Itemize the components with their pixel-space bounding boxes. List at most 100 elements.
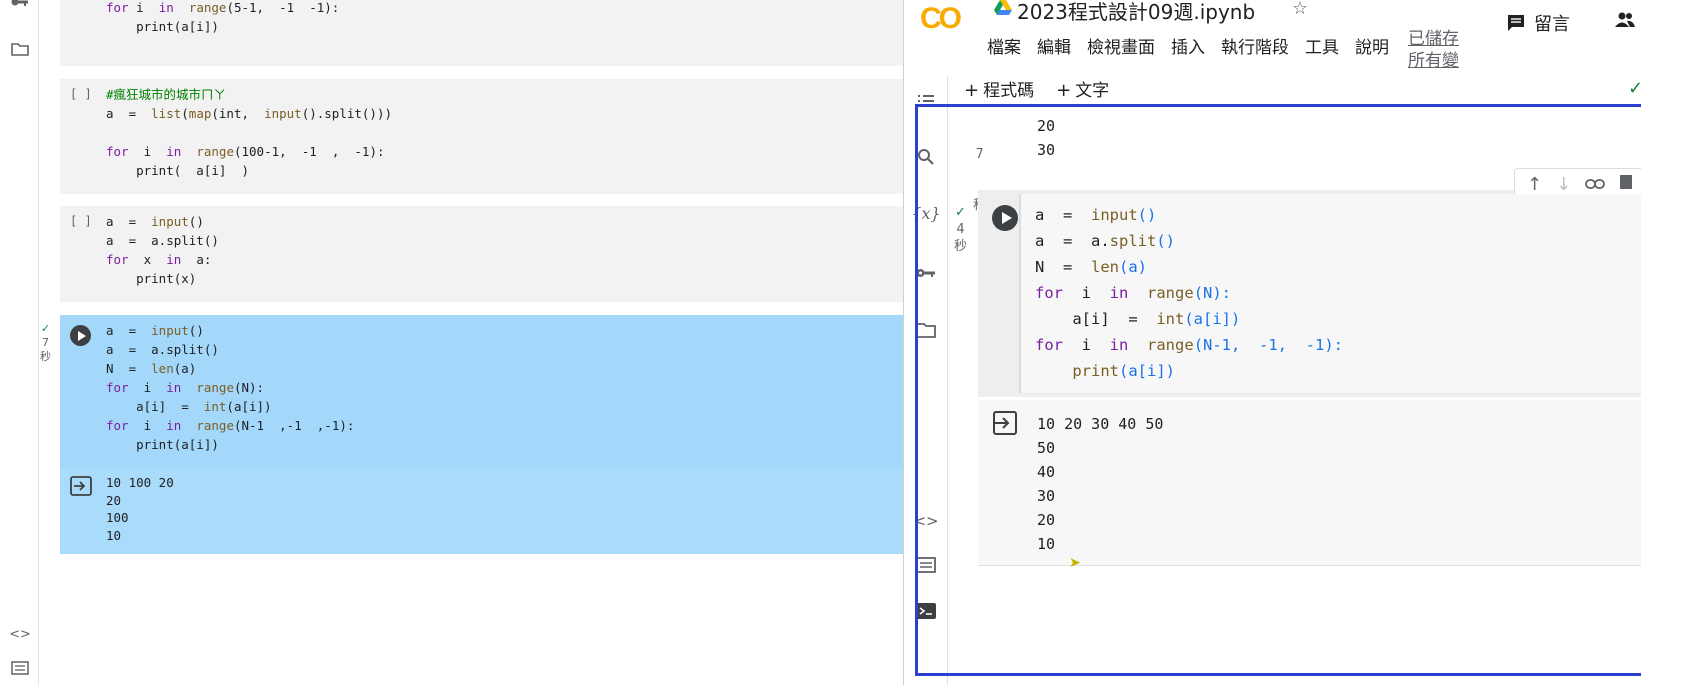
output-line: 20: [106, 492, 122, 508]
save-status[interactable]: 已儲存所有變: [1408, 28, 1468, 68]
menu-bar: 檔案 編輯 檢視畫面 插入 執行階段 工具 說明: [987, 33, 1389, 58]
execution-info: ✓ 4 秒: [954, 204, 967, 255]
exec-check-icon: ✓: [955, 205, 966, 220]
menu-help[interactable]: 說明: [1355, 33, 1389, 58]
cell-output: 10 100 20 20 100 10: [60, 468, 903, 554]
drive-icon[interactable]: [994, 0, 1012, 16]
code-line: print( a[i] ): [106, 163, 249, 178]
connected-check-icon[interactable]: ✓: [1628, 78, 1641, 99]
exec-seconds-unit: 秒: [954, 239, 968, 254]
add-text-button[interactable]: + 文字: [1056, 76, 1109, 101]
code-line: print(x): [106, 271, 197, 286]
code-line: print(a[i]): [1035, 362, 1175, 380]
left-sidebar: <>: [0, 0, 39, 685]
output-line: 10: [1037, 535, 1056, 553]
output-line: 10 100 20: [106, 475, 174, 490]
code-line: for i in range(5-1, -1 -1):: [106, 0, 340, 15]
output-line: 30: [1037, 141, 1056, 159]
output-line: 20: [1037, 511, 1056, 529]
key-icon[interactable]: [10, 0, 30, 10]
exec-check-icon: ✓: [40, 322, 51, 335]
code-snippets-icon[interactable]: <>: [9, 626, 31, 642]
code-line: a = input(): [106, 323, 204, 338]
code-line: for i in range(N-1, -1, -1):: [1035, 336, 1343, 354]
code-line: for i in range(N):: [1035, 284, 1232, 302]
code-cell[interactable]: [ ] #瘋狂城市的城市ㄇㄚ a = list(map(int, input().…: [60, 79, 903, 194]
output-lines: 10 20 30 40 50 50 40 30 20 10: [1037, 412, 1163, 556]
exec-seconds: 7: [42, 336, 49, 349]
output-icon[interactable]: [70, 476, 92, 496]
code-cell-partial[interactable]: for i in range(5-1, -1 -1): print(a[i]): [60, 0, 903, 66]
output-line: 50: [1037, 439, 1056, 457]
code-lines: a = input() a = a.split() for x in a: prin…: [106, 212, 219, 288]
command-palette-icon[interactable]: [10, 660, 30, 676]
run-cell-bracket[interactable]: [ ]: [70, 87, 92, 101]
code-line: for i in range(N):: [106, 380, 265, 395]
code-lines: #瘋狂城市的城市ㄇㄚ a = list(map(int, input().spli…: [106, 85, 392, 180]
move-down-icon[interactable]: ↓: [1556, 174, 1571, 195]
output-line: 20: [1037, 117, 1056, 135]
code-line: a[i] = int(a[i]): [1035, 310, 1241, 328]
code-line: print(a[i]): [106, 19, 219, 34]
link-icon[interactable]: [1585, 174, 1606, 195]
code-lines: a = input() a = a.split() N = len(a) for i …: [106, 321, 354, 454]
output-line: 40: [1037, 463, 1056, 481]
previous-output-lines: 20 30: [1037, 114, 1055, 162]
notebook-title[interactable]: 2023程式設計09週.ipynb: [1017, 0, 1255, 25]
code-lines: a = input() a = a.split() N = len(a) for i …: [1035, 202, 1343, 384]
add-code-button[interactable]: + 程式碼: [964, 76, 1034, 101]
run-cell-button[interactable]: [992, 205, 1018, 231]
comment-cell-icon[interactable]: [1619, 174, 1633, 195]
run-cell-bracket[interactable]: [ ]: [70, 214, 92, 228]
move-up-icon[interactable]: ↑: [1527, 174, 1542, 195]
run-cell-button[interactable]: [70, 325, 91, 346]
code-line: for i in range(100-1, -1 , -1):: [106, 144, 385, 159]
code-line: N = len(a): [106, 361, 197, 376]
exec-seconds: 7: [975, 147, 984, 162]
code-line: N = len(a): [1035, 258, 1147, 276]
insert-toolbar: + 程式碼 + 文字: [964, 76, 1109, 101]
code-line: a = a.split(): [106, 233, 219, 248]
code-line: a = input(): [1035, 206, 1157, 224]
output-line: 30: [1037, 487, 1056, 505]
code-line: #瘋狂城市的城市ㄇㄚ: [106, 87, 227, 102]
menu-runtime[interactable]: 執行階段: [1221, 33, 1289, 58]
mouse-cursor-icon: ➤: [1069, 555, 1081, 571]
code-line: a = input(): [106, 214, 204, 229]
left-notebook-window: <> for i in range(5-1, -1 -1): print(a[i…: [0, 0, 903, 685]
output-icon[interactable]: [992, 410, 1018, 436]
code-cell-selected[interactable]: a = input() a = a.split() N = len(a) for i …: [60, 315, 903, 468]
code-line: a[i] = int(a[i]): [106, 399, 272, 414]
add-code-label: 程式碼: [983, 81, 1035, 101]
menu-edit[interactable]: 編輯: [1037, 33, 1071, 58]
menu-tools[interactable]: 工具: [1305, 33, 1339, 58]
output-lines: 10 100 20 20 100 10: [106, 474, 174, 544]
code-line: for i in range(N-1 ,-1 ,-1):: [106, 418, 355, 433]
colab-window: CO 2023程式設計09週.ipynb ☆ 檔案 編輯 檢視畫面 插入 執行階…: [903, 0, 1641, 685]
code-line: a = a.split(): [106, 342, 219, 357]
code-line: a = a.split(): [1035, 232, 1175, 250]
output-line: 10 20 30 40 50: [1037, 415, 1164, 433]
code-line: a = list(map(int, input().split())): [106, 106, 393, 121]
menu-file[interactable]: 檔案: [987, 33, 1021, 58]
code-line: print(a[i]): [106, 437, 219, 452]
output-line: 10: [106, 527, 122, 543]
exec-seconds-unit: 秒: [40, 350, 51, 363]
comment-icon: [1508, 15, 1524, 31]
folder-icon[interactable]: [10, 41, 30, 57]
share-people-icon[interactable]: [1614, 12, 1636, 33]
comment-button[interactable]: 留言: [1506, 10, 1570, 36]
menu-insert[interactable]: 插入: [1171, 33, 1205, 58]
output-line: 100: [106, 510, 129, 525]
code-cell[interactable]: [ ] a = input() a = a.split() for x in a: …: [60, 206, 903, 302]
colab-logo[interactable]: CO: [920, 2, 962, 36]
comment-label: 留言: [1534, 14, 1570, 35]
code-editor[interactable]: a = input() a = a.split() N = len(a) for i …: [1019, 194, 1641, 393]
code-lines: for i in range(5-1, -1 -1): print(a[i]): [106, 0, 339, 36]
menu-view[interactable]: 檢視畫面: [1087, 33, 1155, 58]
exec-seconds: 4: [956, 222, 965, 237]
code-line: for x in a:: [106, 252, 212, 267]
star-icon[interactable]: ☆: [1292, 0, 1308, 19]
execution-info: ✓ 7 秒: [40, 322, 51, 364]
